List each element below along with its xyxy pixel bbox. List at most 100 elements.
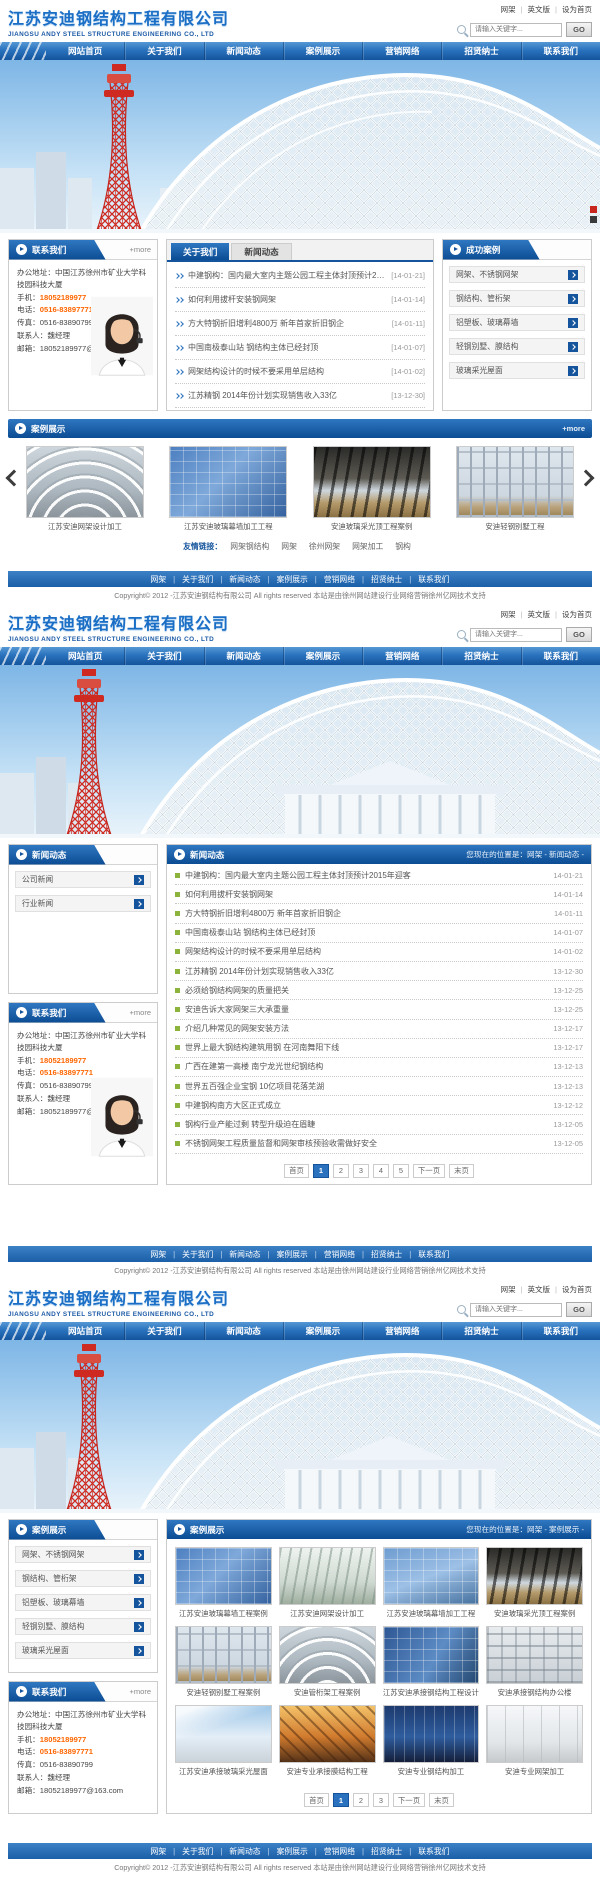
tab-news[interactable]: 新闻动态 (231, 243, 291, 260)
news-item[interactable]: 方大特钢折旧增利4800万 新年首家折旧钢企 14-01-11 (175, 904, 583, 923)
top-link[interactable]: 英文版 (516, 1285, 550, 1294)
nav-item[interactable]: 营销网络 (362, 647, 441, 665)
case-item[interactable]: 安迪轻钢别墅工程案例 (175, 1626, 272, 1698)
showcase-more-link[interactable]: +more (562, 424, 585, 433)
footer-nav-link[interactable]: 招贤纳士 (355, 574, 402, 585)
news-category-item[interactable]: 行业新闻 (15, 895, 151, 912)
case-item[interactable]: 安迪专业钢结构加工 (383, 1705, 480, 1777)
pagination-item[interactable]: 3 (353, 1164, 369, 1178)
pagination-item[interactable]: 3 (373, 1793, 389, 1807)
footer-nav-link[interactable]: 新闻动态 (213, 1846, 260, 1857)
footer-nav-link[interactable]: 联系我们 (402, 1846, 449, 1857)
news-item[interactable]: 方大特钢折旧增利4800万 新年首家折旧钢企 [14-01-11] (175, 312, 425, 336)
search-input[interactable] (470, 23, 562, 37)
news-item[interactable]: 必须给钢结构网架的质量把关 13-12-25 (175, 981, 583, 1000)
nav-item[interactable]: 招贤纳士 (441, 647, 520, 665)
news-item[interactable]: 世界五百强企业宝钢 10亿项目花落芜湖 13-12-13 (175, 1077, 583, 1096)
case-category-item[interactable]: 轻钢别墅、膜结构 (449, 338, 585, 355)
carousel-next-arrow[interactable] (578, 470, 595, 487)
friend-link[interactable]: 徐州网架 (309, 542, 340, 551)
pagination-item[interactable]: 末页 (449, 1164, 474, 1178)
showcase-item[interactable]: 江苏安迪网架设计加工 (26, 446, 144, 532)
friend-link[interactable]: 钢构 (395, 542, 411, 551)
nav-item[interactable]: 招贤纳士 (441, 42, 520, 60)
footer-nav-link[interactable]: 新闻动态 (213, 574, 260, 585)
news-item[interactable]: 安迪告诉大家网架三大承重量 13-12-25 (175, 1000, 583, 1019)
news-item[interactable]: 中国南极泰山站 钢结构主体已经封顶 [14-01-07] (175, 336, 425, 360)
pagination-item[interactable]: 4 (373, 1164, 389, 1178)
top-link[interactable]: 英文版 (516, 5, 550, 14)
showcase-item[interactable]: 安迪玻璃采光顶工程案例 (313, 446, 431, 532)
showcase-item[interactable]: 江苏安迪玻璃幕墙加工工程 (169, 446, 287, 532)
nav-item[interactable]: 关于我们 (124, 1322, 203, 1340)
search-go-button[interactable]: GO (566, 1302, 592, 1317)
case-item[interactable]: 江苏安迪网架设计加工 (279, 1547, 376, 1619)
search-input[interactable] (470, 1303, 562, 1317)
footer-nav-link[interactable]: 招贤纳士 (355, 1846, 402, 1857)
news-item[interactable]: 不锈钢网架工程质量监督和网架审核预验收需做好安全 13-12-05 (175, 1135, 583, 1154)
banner-pager-dot[interactable] (590, 216, 597, 223)
pagination-item[interactable]: 1 (333, 1793, 349, 1807)
search-go-button[interactable]: GO (566, 627, 592, 642)
case-category-item[interactable]: 钢结构、管桁架 (15, 1570, 151, 1587)
news-item[interactable]: 网架结构设计的时候不要采用单层结构 [14-01-02] (175, 360, 425, 384)
case-category-item[interactable]: 玻璃采光屋面 (449, 362, 585, 379)
case-category-item[interactable]: 铝塑板、玻璃幕墙 (449, 314, 585, 331)
news-item[interactable]: 江苏精钢 2014年份计划实现销售收入33亿 13-12-30 (175, 962, 583, 981)
news-item[interactable]: 中国南极泰山站 钢结构主体已经封顶 14-01-07 (175, 924, 583, 943)
case-item[interactable]: 安迪承接钢结构办公楼 (486, 1626, 583, 1698)
nav-item[interactable]: 案例展示 (283, 1322, 362, 1340)
footer-nav-link[interactable]: 案例展示 (261, 574, 308, 585)
case-category-item[interactable]: 钢结构、管桁架 (449, 290, 585, 307)
footer-nav-link[interactable]: 新闻动态 (213, 1249, 260, 1260)
pagination-item[interactable]: 2 (353, 1793, 369, 1807)
nav-item[interactable]: 营销网络 (362, 1322, 441, 1340)
footer-nav-link[interactable]: 营销网络 (308, 574, 355, 585)
pagination-item[interactable]: 下一页 (413, 1164, 445, 1178)
pagination-item[interactable]: 首页 (304, 1793, 329, 1807)
nav-item[interactable]: 案例展示 (283, 42, 362, 60)
nav-item[interactable]: 新闻动态 (204, 647, 283, 665)
news-item[interactable]: 中建钢构：国内最大室内主题公园工程主体封顶预计2015年迎客 14-01-21 (175, 866, 583, 885)
contact-more-link[interactable]: +more (130, 1008, 151, 1017)
footer-nav-link[interactable]: 招贤纳士 (355, 1249, 402, 1260)
footer-nav-link[interactable]: 联系我们 (402, 1249, 449, 1260)
nav-item[interactable]: 关于我们 (124, 42, 203, 60)
nav-item[interactable]: 新闻动态 (204, 42, 283, 60)
footer-nav-link[interactable]: 案例展示 (261, 1249, 308, 1260)
footer-nav-link[interactable]: 网架 (151, 574, 167, 585)
case-item[interactable]: 江苏安迪玻璃幕墙工程案例 (175, 1547, 272, 1619)
nav-item[interactable]: 联系我们 (521, 1322, 600, 1340)
top-link[interactable]: 设为首页 (550, 610, 592, 619)
nav-item[interactable]: 营销网络 (362, 42, 441, 60)
news-item[interactable]: 中建钢构南方大区正式成立 13-12-12 (175, 1096, 583, 1115)
nav-item[interactable]: 新闻动态 (204, 1322, 283, 1340)
news-item[interactable]: 钢构行业产能过剩 转型升级迫在眉睫 13-12-05 (175, 1115, 583, 1134)
news-item[interactable]: 介绍几种常见的网架安装方法 13-12-17 (175, 1020, 583, 1039)
footer-nav-link[interactable]: 网架 (151, 1846, 167, 1857)
case-category-item[interactable]: 网架、不锈钢网架 (449, 266, 585, 283)
footer-nav-link[interactable]: 关于我们 (166, 574, 213, 585)
contact-more-link[interactable]: +more (130, 1687, 151, 1696)
showcase-item[interactable]: 安迪轻钢别墅工程 (456, 446, 574, 532)
nav-item[interactable]: 招贤纳士 (441, 1322, 520, 1340)
case-item[interactable]: 安迪玻璃采光顶工程案例 (486, 1547, 583, 1619)
top-link[interactable]: 网架 (501, 610, 516, 619)
footer-nav-link[interactable]: 案例展示 (261, 1846, 308, 1857)
friend-link[interactable]: 网架钢结构 (230, 542, 269, 551)
footer-nav-link[interactable]: 营销网络 (308, 1249, 355, 1260)
search-go-button[interactable]: GO (566, 22, 592, 37)
case-item[interactable]: 安迪管桁架工程案例 (279, 1626, 376, 1698)
pagination-item[interactable]: 末页 (429, 1793, 454, 1807)
nav-item[interactable]: 网站首页 (46, 42, 124, 60)
case-category-item[interactable]: 铝塑板、玻璃幕墙 (15, 1594, 151, 1611)
case-item[interactable]: 安迪专业承接膜结构工程 (279, 1705, 376, 1777)
news-item[interactable]: 江苏精钢 2014年份计划实现销售收入33亿 [13-12-30] (175, 384, 425, 408)
footer-nav-link[interactable]: 网架 (151, 1249, 167, 1260)
contact-more-link[interactable]: +more (130, 245, 151, 254)
news-category-item[interactable]: 公司新闻 (15, 871, 151, 888)
pagination-item[interactable]: 5 (393, 1164, 409, 1178)
footer-nav-link[interactable]: 关于我们 (166, 1846, 213, 1857)
news-item[interactable]: 如何利用拔杆安装钢网架 [14-01-14] (175, 288, 425, 312)
carousel-prev-arrow[interactable] (6, 470, 23, 487)
